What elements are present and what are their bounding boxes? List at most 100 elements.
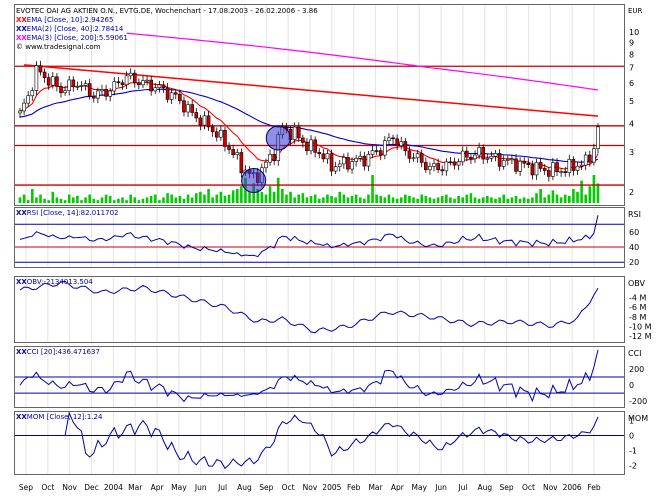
volume-bar [186,194,190,203]
volume-bar [395,198,399,203]
candle-body [559,171,563,173]
mom-plot [15,411,624,470]
x-tick-label: Oct [282,483,295,492]
volume-bar [145,197,149,203]
volume-bar [568,196,571,203]
volume-bar [18,197,22,203]
volume-bar [104,194,108,203]
x-tick-label: Apr [151,483,165,492]
volume-bar [506,198,510,203]
volume-bar [231,190,235,203]
candle-body [120,82,125,85]
candle-body [210,126,215,133]
volume-bar [305,197,309,203]
volume-bar [473,197,477,203]
volume-bar [481,197,485,203]
volume-bar [383,197,387,203]
x-tick-label: Nov [303,483,318,492]
candle-body [419,153,424,163]
candle-body [399,141,404,147]
volume-bar [112,200,116,203]
candle-body [358,155,363,159]
volume-bar [141,198,145,203]
volume-bar [108,196,112,203]
volume-bar [416,198,419,203]
candle-body [100,89,104,92]
volume-bar [354,194,358,203]
volume-bar [502,194,506,203]
candle-body [71,79,76,88]
candle-body [538,162,543,169]
volume-bar [580,180,583,203]
volume-bar [289,191,292,203]
candle-body [132,72,137,83]
copyright: © www.tradesignal.com [16,43,101,51]
volume-bar [592,175,596,203]
volume-bar [59,198,63,203]
volume-bar [535,193,538,203]
volume-bar [514,196,518,203]
volume-bar [215,194,219,203]
volume-bar [47,200,50,203]
x-tick-label: Dec [84,483,99,492]
candle-body [333,166,338,172]
volume-bar [272,191,276,203]
x-tick-label: Oct [41,483,54,492]
candle-body [497,153,502,167]
volume-bar [158,200,161,203]
x-tick-label: Apr [391,483,405,492]
price-tick-label: 3 [629,148,634,157]
candle-body [583,154,588,166]
price-tick-label: 7 [629,64,634,73]
price-tick-label: 5 [629,97,634,106]
x-tick-label: Jul [217,483,227,492]
candle-body [460,150,465,163]
ema-lines [19,32,599,170]
volume-bar [522,197,526,203]
candle-body [116,81,121,84]
volume-bar [588,186,592,203]
candle-body [292,126,297,140]
candle-body [18,110,22,114]
candle-body [444,161,449,172]
price-tick-label: 9 [629,39,634,48]
candle-body [428,166,432,171]
candle-body [96,90,100,99]
obv-tick-label: -10 M [629,322,652,331]
x-tick-label: 2005 [322,483,341,492]
candle-body [350,161,354,170]
mom-axis-title: MOM [628,414,648,423]
candle-body [526,162,531,166]
volume-bar [248,191,251,203]
x-tick-label: 2004 [104,483,123,492]
candle-body [268,154,272,163]
volume-bar [461,197,465,203]
candle-body [309,139,313,152]
currency-label: EUR [628,7,643,15]
panel-frames [14,4,625,475]
candle-body [157,84,162,88]
candle-body [63,90,67,94]
candle-body [202,115,207,126]
obv-plot [19,280,599,334]
volume-bar [313,194,317,203]
volume-bar [317,198,321,203]
candle-body [456,161,461,166]
volume-bar [531,197,534,203]
volume-bar [510,197,514,203]
volume-bar [563,194,567,203]
x-tick-label: Mar [128,483,143,492]
obv-line [19,280,599,334]
obv-tick-label: -4 M [629,293,647,302]
candle-body [563,171,568,174]
volume-bar [207,189,210,203]
candle-body [231,149,235,155]
candle-body [272,154,276,161]
volume-bar [203,194,206,203]
candle-body [329,153,334,172]
candle-body [173,92,178,95]
volume-bar [494,198,497,203]
volume-bar [121,197,124,203]
volume-bar [43,198,46,203]
volume-bar [174,197,178,203]
